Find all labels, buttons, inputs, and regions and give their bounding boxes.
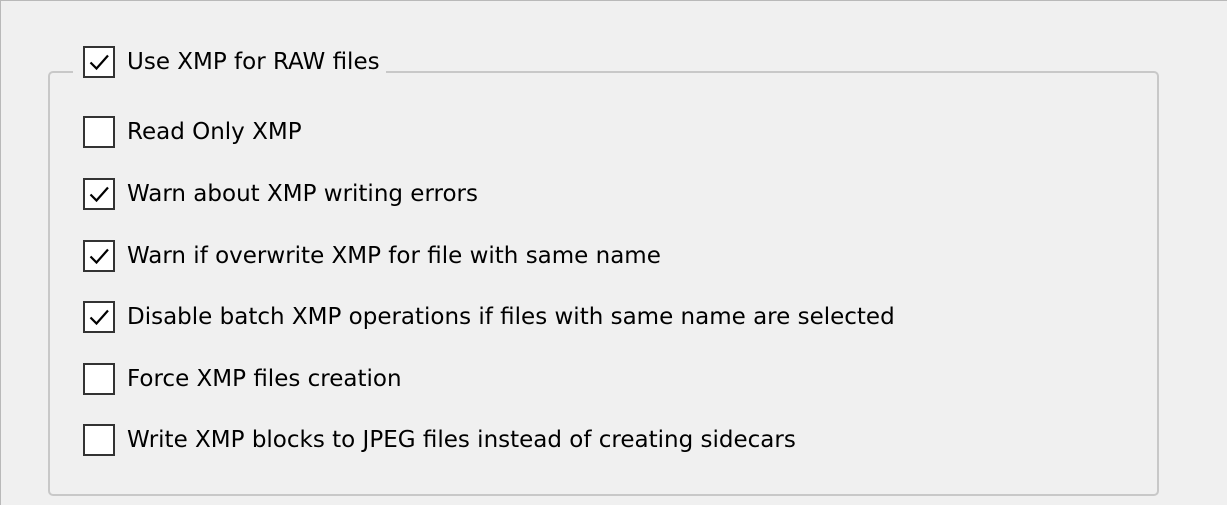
use-xmp-for-raw-checkbox-box[interactable] [83, 46, 115, 78]
checkmark-icon [89, 54, 109, 71]
force-xmp-creation-checkbox-box[interactable] [83, 363, 115, 395]
use-xmp-for-raw-checkbox[interactable]: Use XMP for RAW files [73, 42, 386, 82]
checkmark-icon [89, 248, 109, 265]
read-only-xmp-label: Read Only XMP [127, 119, 302, 145]
warn-overwrite-xmp-checkbox-box[interactable] [83, 240, 115, 272]
warn-xmp-writing-errors-checkbox[interactable]: Warn about XMP writing errors [83, 174, 478, 214]
warn-xmp-writing-errors-checkbox-box[interactable] [83, 178, 115, 210]
settings-panel: Use XMP for RAW files Read Only XMP Warn… [0, 0, 1227, 505]
disable-batch-xmp-label: Disable batch XMP operations if files wi… [127, 304, 895, 330]
write-xmp-to-jpeg-label: Write XMP blocks to JPEG files instead o… [127, 427, 796, 453]
write-xmp-to-jpeg-checkbox[interactable]: Write XMP blocks to JPEG files instead o… [83, 420, 796, 460]
checkmark-icon [89, 309, 109, 326]
warn-overwrite-xmp-checkbox[interactable]: Warn if overwrite XMP for file with same… [83, 236, 661, 276]
disable-batch-xmp-checkbox[interactable]: Disable batch XMP operations if files wi… [83, 297, 895, 337]
write-xmp-to-jpeg-checkbox-box[interactable] [83, 424, 115, 456]
force-xmp-creation-checkbox[interactable]: Force XMP files creation [83, 359, 402, 399]
warn-xmp-writing-errors-label: Warn about XMP writing errors [127, 181, 478, 207]
force-xmp-creation-label: Force XMP files creation [127, 366, 402, 392]
read-only-xmp-checkbox[interactable]: Read Only XMP [83, 112, 302, 152]
warn-overwrite-xmp-label: Warn if overwrite XMP for file with same… [127, 243, 661, 269]
use-xmp-for-raw-label: Use XMP for RAW files [127, 49, 380, 75]
read-only-xmp-checkbox-box[interactable] [83, 116, 115, 148]
checkmark-icon [89, 186, 109, 203]
disable-batch-xmp-checkbox-box[interactable] [83, 301, 115, 333]
